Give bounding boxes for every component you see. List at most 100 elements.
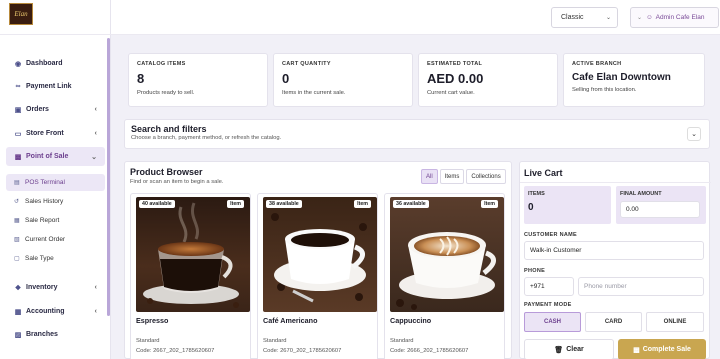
payment-online-button[interactable]: ONLINE: [646, 312, 704, 332]
tab-all[interactable]: All: [421, 169, 438, 184]
complete-sale-button[interactable]: ▩ Complete Sale: [618, 339, 706, 359]
type-badge: Item: [354, 200, 371, 208]
product-variant: Standard: [263, 338, 287, 344]
product-name: Cappuccino: [390, 316, 432, 325]
cart-items-value: 0: [528, 202, 534, 213]
product-code: Code: 2666_202_1785620607: [390, 348, 469, 354]
sub-item-label: Current Order: [25, 236, 66, 243]
product-card-espresso[interactable]: 40 available Item Espresso Standard Code…: [130, 193, 251, 359]
stat-label: ACTIVE BRANCH: [572, 61, 622, 67]
sidebar-item-label: Branches: [26, 331, 58, 338]
history-icon: ↺: [14, 199, 20, 205]
user-icon: ☺: [646, 14, 653, 21]
product-browser: Product Browser Find or scan an item to …: [124, 161, 512, 359]
product-image: [136, 197, 250, 312]
sidebar-item-payment-link[interactable]: ∞ Payment Link: [6, 77, 105, 96]
payment-card-button[interactable]: CARD: [585, 312, 642, 332]
phone-code-value: +971: [530, 283, 545, 290]
sub-item-label: Sale Type: [25, 255, 54, 262]
chevron-left-icon: ‹: [94, 284, 97, 291]
chevron-down-icon: ⌄: [637, 15, 643, 21]
sub-item-label: Sale Report: [25, 217, 60, 224]
cart-icon: ▣: [14, 106, 22, 114]
sidebar-sub-sale-type[interactable]: ▢ Sale Type: [6, 250, 105, 267]
sidebar-item-point-of-sale[interactable]: ▩ Point of Sale ⌄: [6, 147, 105, 166]
browser-subtitle: Find or scan an item to begin a sale.: [130, 179, 224, 185]
sidebar-scrollbar[interactable]: [107, 38, 110, 316]
sidebar-item-label: Payment Link: [26, 83, 72, 90]
filters-title: Search and filters: [131, 124, 207, 134]
stock-badge: 38 available: [266, 200, 302, 208]
product-card-cappuccino[interactable]: 36 available Item Cappuccino Standard Co…: [384, 193, 505, 359]
sidebar-sub-sale-report[interactable]: ▦ Sale Report: [6, 212, 105, 229]
file-icon: ▢: [14, 256, 20, 262]
sidebar-sub-pos-terminal[interactable]: ▤ POS Terminal: [6, 174, 105, 191]
sidebar-sub-current-order[interactable]: ▧ Current Order: [6, 231, 105, 248]
sidebar-item-inventory[interactable]: ❖ Inventory ‹: [6, 278, 105, 297]
filters-subtitle: Choose a branch, payment method, or refr…: [131, 135, 282, 141]
stat-subtext: Selling from this location.: [572, 87, 637, 93]
clear-cart-button[interactable]: 🗑 Clear: [524, 339, 614, 359]
product-variant: Standard: [136, 338, 160, 344]
stat-value: AED 0.00: [427, 71, 484, 86]
product-code: Code: 2667_202_1785620607: [136, 348, 215, 354]
sidebar-item-store-front[interactable]: ▭ Store Front ‹: [6, 124, 105, 143]
product-image: [263, 197, 377, 312]
type-badge: Item: [481, 200, 498, 208]
sidebar-item-dashboard[interactable]: ◉ Dashboard: [6, 54, 105, 73]
trash-icon: 🗑: [554, 346, 564, 354]
building-icon: ▨: [14, 331, 22, 339]
sidebar-item-label: Point of Sale: [26, 153, 69, 160]
phone-placeholder: Phone number: [584, 283, 627, 290]
stat-subtext: Current cart value.: [427, 90, 475, 96]
live-cart: Live Cart ITEMS 0 FINAL AMOUNT 0.00 CUST…: [519, 161, 711, 359]
stat-estimated-total: ESTIMATED TOTAL AED 0.00 Current cart va…: [418, 53, 558, 107]
tab-items[interactable]: Items: [439, 169, 465, 184]
user-menu-button[interactable]: ⌄ ☺ Admin Cafe Elan: [630, 7, 719, 28]
link-icon: ∞: [15, 83, 21, 90]
chart-icon: ▧: [14, 237, 20, 243]
calculator-icon: ▦: [14, 308, 22, 316]
payment-mode-label: PAYMENT MODE: [524, 302, 572, 308]
cart-title: Live Cart: [524, 168, 563, 178]
final-amount-value: 0.00: [626, 206, 639, 213]
theme-select[interactable]: Classic ⌄: [551, 7, 618, 28]
cart-divider: [520, 182, 711, 183]
final-amount-field[interactable]: 0.00: [620, 201, 700, 218]
product-card-cafe-americano[interactable]: 38 available Item Café Americano Standar…: [257, 193, 378, 359]
clear-label: Clear: [566, 346, 584, 353]
final-amount-box: FINAL AMOUNT 0.00: [616, 186, 706, 224]
stat-label: ESTIMATED TOTAL: [427, 61, 483, 67]
final-amount-label: FINAL AMOUNT: [620, 191, 662, 197]
stat-value: 8: [137, 71, 145, 86]
phone-code-select[interactable]: +971: [524, 277, 574, 296]
sidebar-item-orders[interactable]: ▣ Orders ‹: [6, 100, 105, 119]
customer-name-input[interactable]: Walk-in Customer: [524, 241, 704, 260]
chevron-down-icon: ⌄: [691, 131, 697, 138]
product-variant: Standard: [390, 338, 414, 344]
product-image: [390, 197, 504, 312]
sidebar-item-accounting[interactable]: ▦ Accounting ‹: [6, 302, 105, 321]
cart-items-label: ITEMS: [528, 191, 545, 197]
stat-value: Cafe Elan Downtown: [572, 72, 671, 83]
expand-filters-button[interactable]: ⌄: [687, 127, 701, 141]
theme-select-value: Classic: [561, 14, 584, 21]
logo-row: Elan: [0, 0, 111, 35]
chevron-left-icon: ‹: [94, 106, 97, 113]
sidebar-item-branches[interactable]: ▨ Branches: [6, 325, 105, 344]
terminal-icon: ▤: [14, 180, 20, 186]
sidebar-sub-sales-history[interactable]: ↺ Sales History: [6, 193, 105, 210]
stat-subtext: Items in the current sale.: [282, 90, 346, 96]
monitor-icon: ▭: [14, 130, 22, 138]
tab-collections[interactable]: Collections: [466, 169, 506, 184]
customer-name-value: Walk-in Customer: [530, 247, 582, 254]
phone-number-input[interactable]: Phone number: [578, 277, 704, 296]
sub-item-label: POS Terminal: [25, 179, 65, 186]
stat-cart-quantity: CART QUANTITY 0 Items in the current sal…: [273, 53, 413, 107]
payment-cash-button[interactable]: CASH: [524, 312, 581, 332]
sidebar-item-label: Orders: [26, 106, 49, 113]
customer-name-label: CUSTOMER NAME: [524, 232, 577, 238]
brand-logo[interactable]: Elan: [9, 3, 33, 25]
chevron-down-icon: ⌄: [605, 15, 611, 21]
stat-value: 0: [282, 71, 290, 86]
